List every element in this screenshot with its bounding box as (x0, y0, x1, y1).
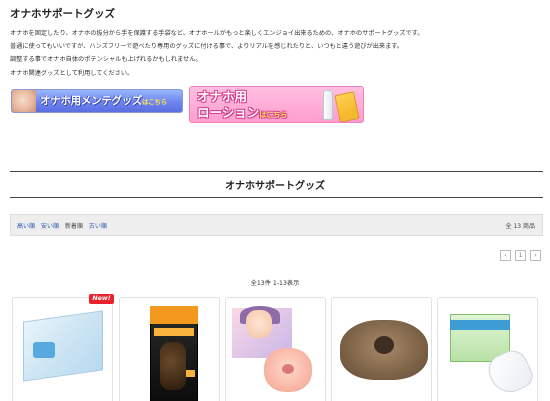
product-card[interactable] (331, 297, 432, 401)
lotion-bottle-image (323, 90, 333, 120)
maintenance-goods-banner[interactable]: オナホ用メンテグッズはこちら (11, 89, 183, 113)
pagination-prev-button[interactable]: ‹ (500, 250, 511, 261)
item-count: 全 13 商品 (505, 223, 535, 230)
sort-oldest[interactable]: 古い順 (89, 223, 107, 230)
banner-text: オナホ用 ローションはこちら (197, 89, 288, 120)
sort-newest[interactable]: 新着順 (65, 223, 83, 230)
product-image-detail (160, 342, 186, 390)
product-image-detail (186, 370, 195, 377)
product-image-detail (150, 306, 198, 324)
product-image-detail (282, 364, 294, 374)
description-line: オナホを固定したり、オナホの抜分から手を保護する手袋など、オナホールがもっと楽し… (10, 30, 424, 37)
banner-product-thumbnail (12, 90, 36, 112)
pagination-page-1[interactable]: 1 (515, 250, 526, 261)
product-image-detail (33, 342, 55, 358)
description-line: オナホ関連グッズとして利用してください。 (10, 69, 134, 77)
product-image-detail (154, 328, 194, 336)
sort-price-high[interactable]: 高い順 (17, 223, 35, 230)
product-card[interactable] (225, 297, 326, 401)
new-badge: New! (89, 294, 114, 304)
product-image-detail (450, 320, 510, 330)
results-range: 全13件 1-13表示 (250, 280, 300, 287)
product-image-detail (246, 310, 272, 338)
product-card[interactable] (12, 297, 113, 401)
product-card[interactable] (119, 297, 220, 401)
section-heading: オナホサポートグッズ (225, 181, 325, 192)
product-card[interactable] (437, 297, 538, 401)
banner-text: オナホ用メンテグッズはこちら (40, 95, 167, 107)
pagination-next-button[interactable]: › (530, 250, 541, 261)
sort-options: 高い順 安い順 新着順 古い順 (17, 221, 111, 230)
lotion-tube-image (334, 91, 360, 122)
divider (10, 197, 543, 198)
description-line: 調整する事でオナホ自体のポテンシャルも上げれるかもしれません。 (10, 56, 202, 64)
description-line: 普通に使ってもいいですが、ハンズフリーで遊べたり専用のグッズに付ける事で、よりリ… (10, 43, 404, 51)
product-image-detail (374, 336, 394, 354)
sort-price-low[interactable]: 安い順 (41, 223, 59, 230)
divider (10, 171, 543, 172)
page-title: オナホサポートグッズ (10, 8, 115, 20)
lotion-banner[interactable]: オナホ用 ローションはこちら (189, 86, 364, 123)
sort-bar: 高い順 安い順 新着順 古い順 全 13 商品 (10, 214, 543, 236)
page-description: オナホを固定したり、オナホの抜分から手を保護する手袋など、オナホールがもっと楽し… (10, 27, 540, 80)
